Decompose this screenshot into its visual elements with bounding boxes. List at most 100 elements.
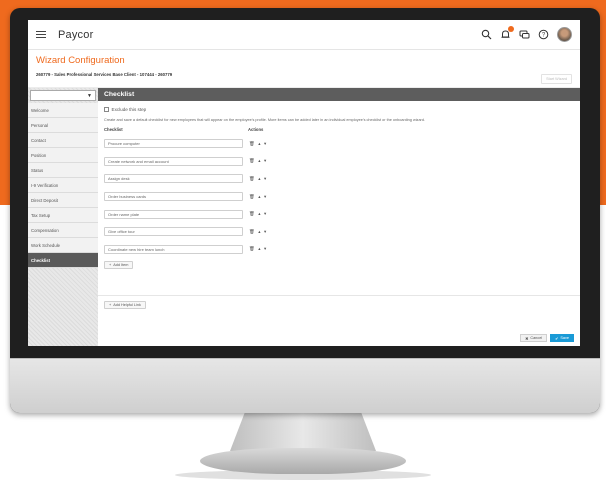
sidebar-item-i9-verification[interactable]: I-9 Verification: [28, 178, 98, 193]
checklist-item-input[interactable]: Procure computer: [104, 139, 243, 149]
checklist-rows: Procure computer 🗑 ▴ ▾ Create network and …: [104, 135, 580, 258]
move-down-icon[interactable]: ▾: [264, 141, 266, 147]
avatar[interactable]: [557, 27, 572, 42]
sidebar-item-compensation[interactable]: Compensation: [28, 223, 98, 238]
title-bar: Wizard Configuration 260779 - Sales Prof…: [28, 50, 580, 88]
checklist-item-input[interactable]: Give office tour: [104, 227, 243, 237]
content-panel: Checklist Exclude this step Create and s…: [98, 88, 580, 346]
move-up-icon[interactable]: ▴: [258, 229, 260, 235]
messages-icon[interactable]: [519, 29, 530, 40]
checklist-row: Assign desk 🗑 ▴ ▾: [104, 170, 580, 188]
add-link-wrapper: + Add Helpful Link: [104, 301, 146, 309]
sidebar: ▼ Welcome Personal Contact Position Stat…: [28, 88, 98, 346]
move-down-icon[interactable]: ▾: [264, 229, 266, 235]
sidebar-item-contact[interactable]: Contact: [28, 133, 98, 148]
start-wizard-button[interactable]: Start Wizard: [541, 74, 572, 84]
checklist-row: Order name plate 🗑 ▴ ▾: [104, 205, 580, 223]
sidebar-item-tax-setup[interactable]: Tax Setup: [28, 208, 98, 223]
client-subtitle: 260779 - Sales Professional Services Bas…: [36, 72, 173, 77]
add-item-button[interactable]: + Add Item: [104, 261, 134, 270]
notification-badge: [508, 26, 514, 32]
screen: Paycor ? Wizard Configuration 260779 - S…: [28, 20, 580, 346]
move-up-icon[interactable]: ▴: [258, 141, 260, 147]
sidebar-item-position[interactable]: Position: [28, 148, 98, 163]
row-actions: 🗑 ▴ ▾: [249, 194, 266, 200]
divider: [98, 295, 580, 296]
checklist-column-header: Checklist: [104, 127, 123, 132]
sidebar-item-personal[interactable]: Personal: [28, 118, 98, 133]
checklist-row: Procure computer 🗑 ▴ ▾: [104, 135, 580, 153]
save-button[interactable]: ✔ Save: [550, 334, 574, 342]
move-down-icon[interactable]: ▾: [264, 246, 266, 252]
checklist-row: Order business cards 🗑 ▴ ▾: [104, 188, 580, 206]
cancel-button[interactable]: ✖ Cancel: [520, 334, 548, 342]
monitor-base: [200, 448, 406, 474]
move-up-icon[interactable]: ▴: [258, 176, 260, 182]
row-actions: 🗑 ▴ ▾: [249, 211, 266, 217]
section-title: Checklist: [98, 88, 580, 101]
actions-column-header: Actions: [248, 127, 264, 132]
sidebar-item-welcome[interactable]: Welcome: [28, 103, 98, 118]
move-down-icon[interactable]: ▾: [264, 158, 266, 164]
chevron-down-icon: ▼: [87, 92, 92, 99]
scene: Paycor ? Wizard Configuration 260779 - S…: [0, 0, 606, 486]
sidebar-item-work-schedule[interactable]: Work Schedule: [28, 238, 98, 253]
monitor-chin: [10, 358, 600, 413]
footer-actions: ✖ Cancel ✔ Save: [520, 334, 574, 342]
move-up-icon[interactable]: ▴: [258, 246, 260, 252]
add-helpful-link-button[interactable]: + Add Helpful Link: [104, 301, 146, 309]
exclude-step-checkbox[interactable]: [104, 107, 109, 112]
sidebar-item-checklist[interactable]: Checklist: [28, 253, 98, 268]
sidebar-list: Welcome Personal Contact Position Status…: [28, 103, 98, 268]
add-helpful-link-label: Add Helpful Link: [113, 303, 141, 307]
delete-icon[interactable]: 🗑: [249, 246, 255, 252]
delete-icon[interactable]: 🗑: [249, 176, 255, 182]
cancel-label: Cancel: [530, 336, 543, 340]
exclude-step-label: Exclude this step: [111, 107, 147, 112]
exclude-step-row: Exclude this step: [104, 107, 580, 112]
search-icon[interactable]: [481, 29, 492, 40]
paycor-logo: Paycor: [58, 28, 94, 41]
checklist-row: Give office tour 🗑 ▴ ▾: [104, 223, 580, 241]
section-description: Create and save a default checklist for …: [104, 118, 425, 122]
menu-icon[interactable]: [36, 30, 46, 39]
row-actions: 🗑 ▴ ▾: [249, 176, 266, 182]
move-down-icon[interactable]: ▾: [264, 211, 266, 217]
sidebar-item-direct-deposit[interactable]: Direct Deposit: [28, 193, 98, 208]
checklist-item-input[interactable]: Create network and email account: [104, 156, 243, 166]
delete-icon[interactable]: 🗑: [249, 211, 255, 217]
checklist-item-input[interactable]: Order business cards: [104, 192, 243, 202]
save-label: Save: [560, 336, 569, 340]
notifications-icon[interactable]: [500, 26, 514, 40]
move-up-icon[interactable]: ▴: [258, 158, 260, 164]
delete-icon[interactable]: 🗑: [249, 158, 255, 164]
row-actions: 🗑 ▴ ▾: [249, 141, 266, 147]
row-actions: 🗑 ▴ ▾: [249, 246, 266, 252]
move-up-icon[interactable]: ▴: [258, 194, 260, 200]
column-headers: Checklist Actions: [104, 127, 580, 132]
row-actions: 🗑 ▴ ▾: [249, 158, 266, 164]
add-item-label: Add Item: [113, 263, 129, 268]
checklist-item-input[interactable]: Assign desk: [104, 174, 243, 184]
plus-icon: +: [109, 303, 112, 307]
close-icon: ✖: [525, 336, 529, 341]
checklist-item-input[interactable]: Order name plate: [104, 209, 243, 219]
move-up-icon[interactable]: ▴: [258, 211, 260, 217]
help-icon[interactable]: ?: [538, 29, 549, 40]
add-item-wrapper: + Add Item: [104, 261, 580, 270]
page-title: Wizard Configuration: [36, 55, 125, 66]
main-body: ▼ Welcome Personal Contact Position Stat…: [28, 88, 580, 346]
delete-icon[interactable]: 🗑: [249, 141, 255, 147]
wizard-select[interactable]: ▼: [30, 90, 96, 101]
move-down-icon[interactable]: ▾: [264, 176, 266, 182]
move-down-icon[interactable]: ▾: [264, 194, 266, 200]
delete-icon[interactable]: 🗑: [249, 194, 255, 200]
sidebar-item-status[interactable]: Status: [28, 163, 98, 178]
plus-icon: +: [109, 263, 112, 268]
header-icons: ?: [481, 26, 572, 42]
monitor-neck: [230, 413, 376, 451]
checklist-item-input[interactable]: Coordinate new hire team lunch: [104, 244, 243, 254]
checklist-row: Coordinate new hire team lunch 🗑 ▴ ▾: [104, 241, 580, 259]
svg-text:?: ?: [542, 33, 546, 39]
delete-icon[interactable]: 🗑: [249, 229, 255, 235]
